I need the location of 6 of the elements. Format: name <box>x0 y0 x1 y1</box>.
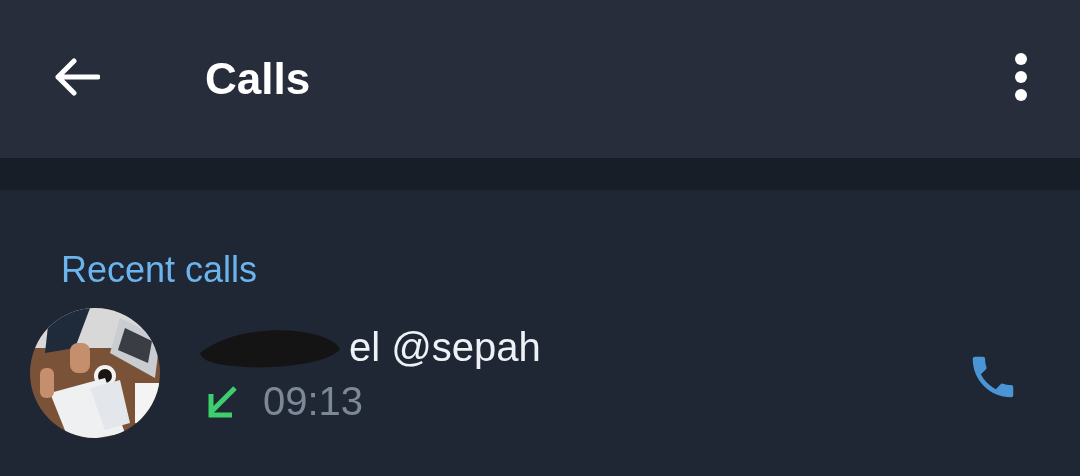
section-heading: Recent calls <box>61 248 259 292</box>
call-time: 09:13 <box>263 378 364 424</box>
screen-title: Calls <box>205 54 312 104</box>
more-menu-icon[interactable] <box>1014 53 1028 101</box>
contact-name: el @sepah <box>349 325 541 370</box>
back-arrow-icon[interactable] <box>52 57 100 97</box>
